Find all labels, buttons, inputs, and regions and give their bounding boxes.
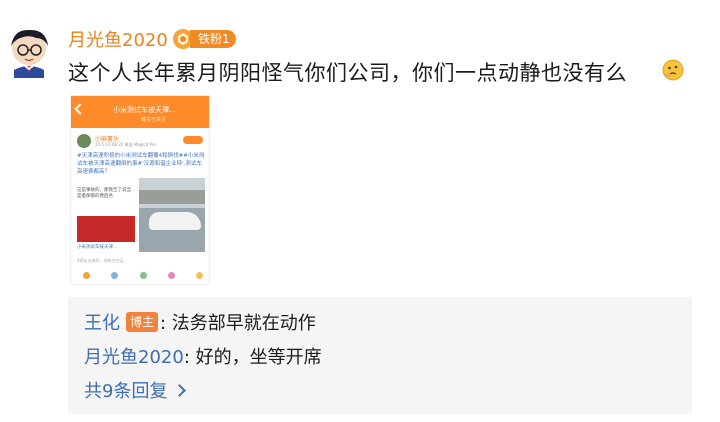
fan-badge-label: 铁粉1: [190, 30, 236, 48]
reply-item[interactable]: 王化 博主 : 法务部早就在动作: [84, 309, 316, 335]
attached-screenshot-image[interactable]: 小米测试车被夭谭... 博主已关注 小麻薯乐 24-5-10 08:22 来自 …: [70, 95, 210, 285]
thumb-fav-icon: [167, 272, 175, 279]
more-replies-label: 共9条回复: [84, 381, 168, 402]
thumb-like-icon: [83, 272, 90, 279]
thumb-car-photo: [139, 178, 205, 252]
thumb-footer: 4明友出来的，你有空你运: [77, 258, 124, 263]
thumb-left-panel: 这是事故的，那我告了说当是着保那的费后务: [77, 188, 135, 252]
thumb-share-icon: [139, 272, 147, 279]
thumb-avatar: [77, 134, 91, 148]
fan-badge: 铁粉1: [172, 28, 236, 50]
reply-text: : 好的，坐等开席: [183, 347, 322, 368]
thumb-link: 小米测试车被天津...: [77, 245, 118, 250]
thumb-follow-button: [183, 136, 203, 144]
thumb-meta: 24-5-10 08:22 来自 Magicd Pro: [95, 142, 156, 147]
car-shape: [149, 212, 201, 230]
thinking-face-icon: [662, 59, 684, 81]
thumb-more-icon: [196, 272, 203, 279]
comment-author[interactable]: 月光鱼2020: [68, 26, 168, 52]
replies-panel: 王化 博主 : 法务部早就在动作 月光鱼2020 : 好的，坐等开席 共9条回复: [68, 297, 692, 414]
back-icon: [74, 103, 86, 115]
avatar[interactable]: [6, 26, 52, 78]
thumb-header: 小米测试车被夭谭... 博主已关注: [71, 96, 209, 128]
thumb-subtitle: 博主已关注: [141, 117, 167, 123]
comment-text: 这个人长年累月阴阳怪气你们公司，你们一点动静也没有么: [68, 61, 627, 85]
blogger-badge: 博主: [126, 312, 159, 332]
reply-author[interactable]: 王化: [84, 309, 120, 335]
thumb-red-banner: [77, 216, 135, 242]
thumb-title: 小米测试车被夭谭...: [113, 106, 176, 114]
thumb-left-text: 这是事故的，那我告了说当是着保那的费后务: [77, 188, 131, 199]
chevron-right-icon: [173, 383, 187, 397]
reply-text: : 法务部早就在动作: [160, 313, 316, 334]
thumb-post-text: #天津高速积极的小米测试车翻覆4和倒伐##小米测试车被天津高速翻倒的事#'汉源和…: [77, 153, 205, 175]
view-more-replies-link[interactable]: 共9条回复: [84, 377, 187, 403]
thumb-action-icons: [83, 272, 203, 279]
reply-item[interactable]: 月光鱼2020 : 好的，坐等开席: [84, 343, 322, 369]
reply-author[interactable]: 月光鱼2020: [84, 343, 184, 369]
thumb-comment-icon: [111, 272, 119, 279]
